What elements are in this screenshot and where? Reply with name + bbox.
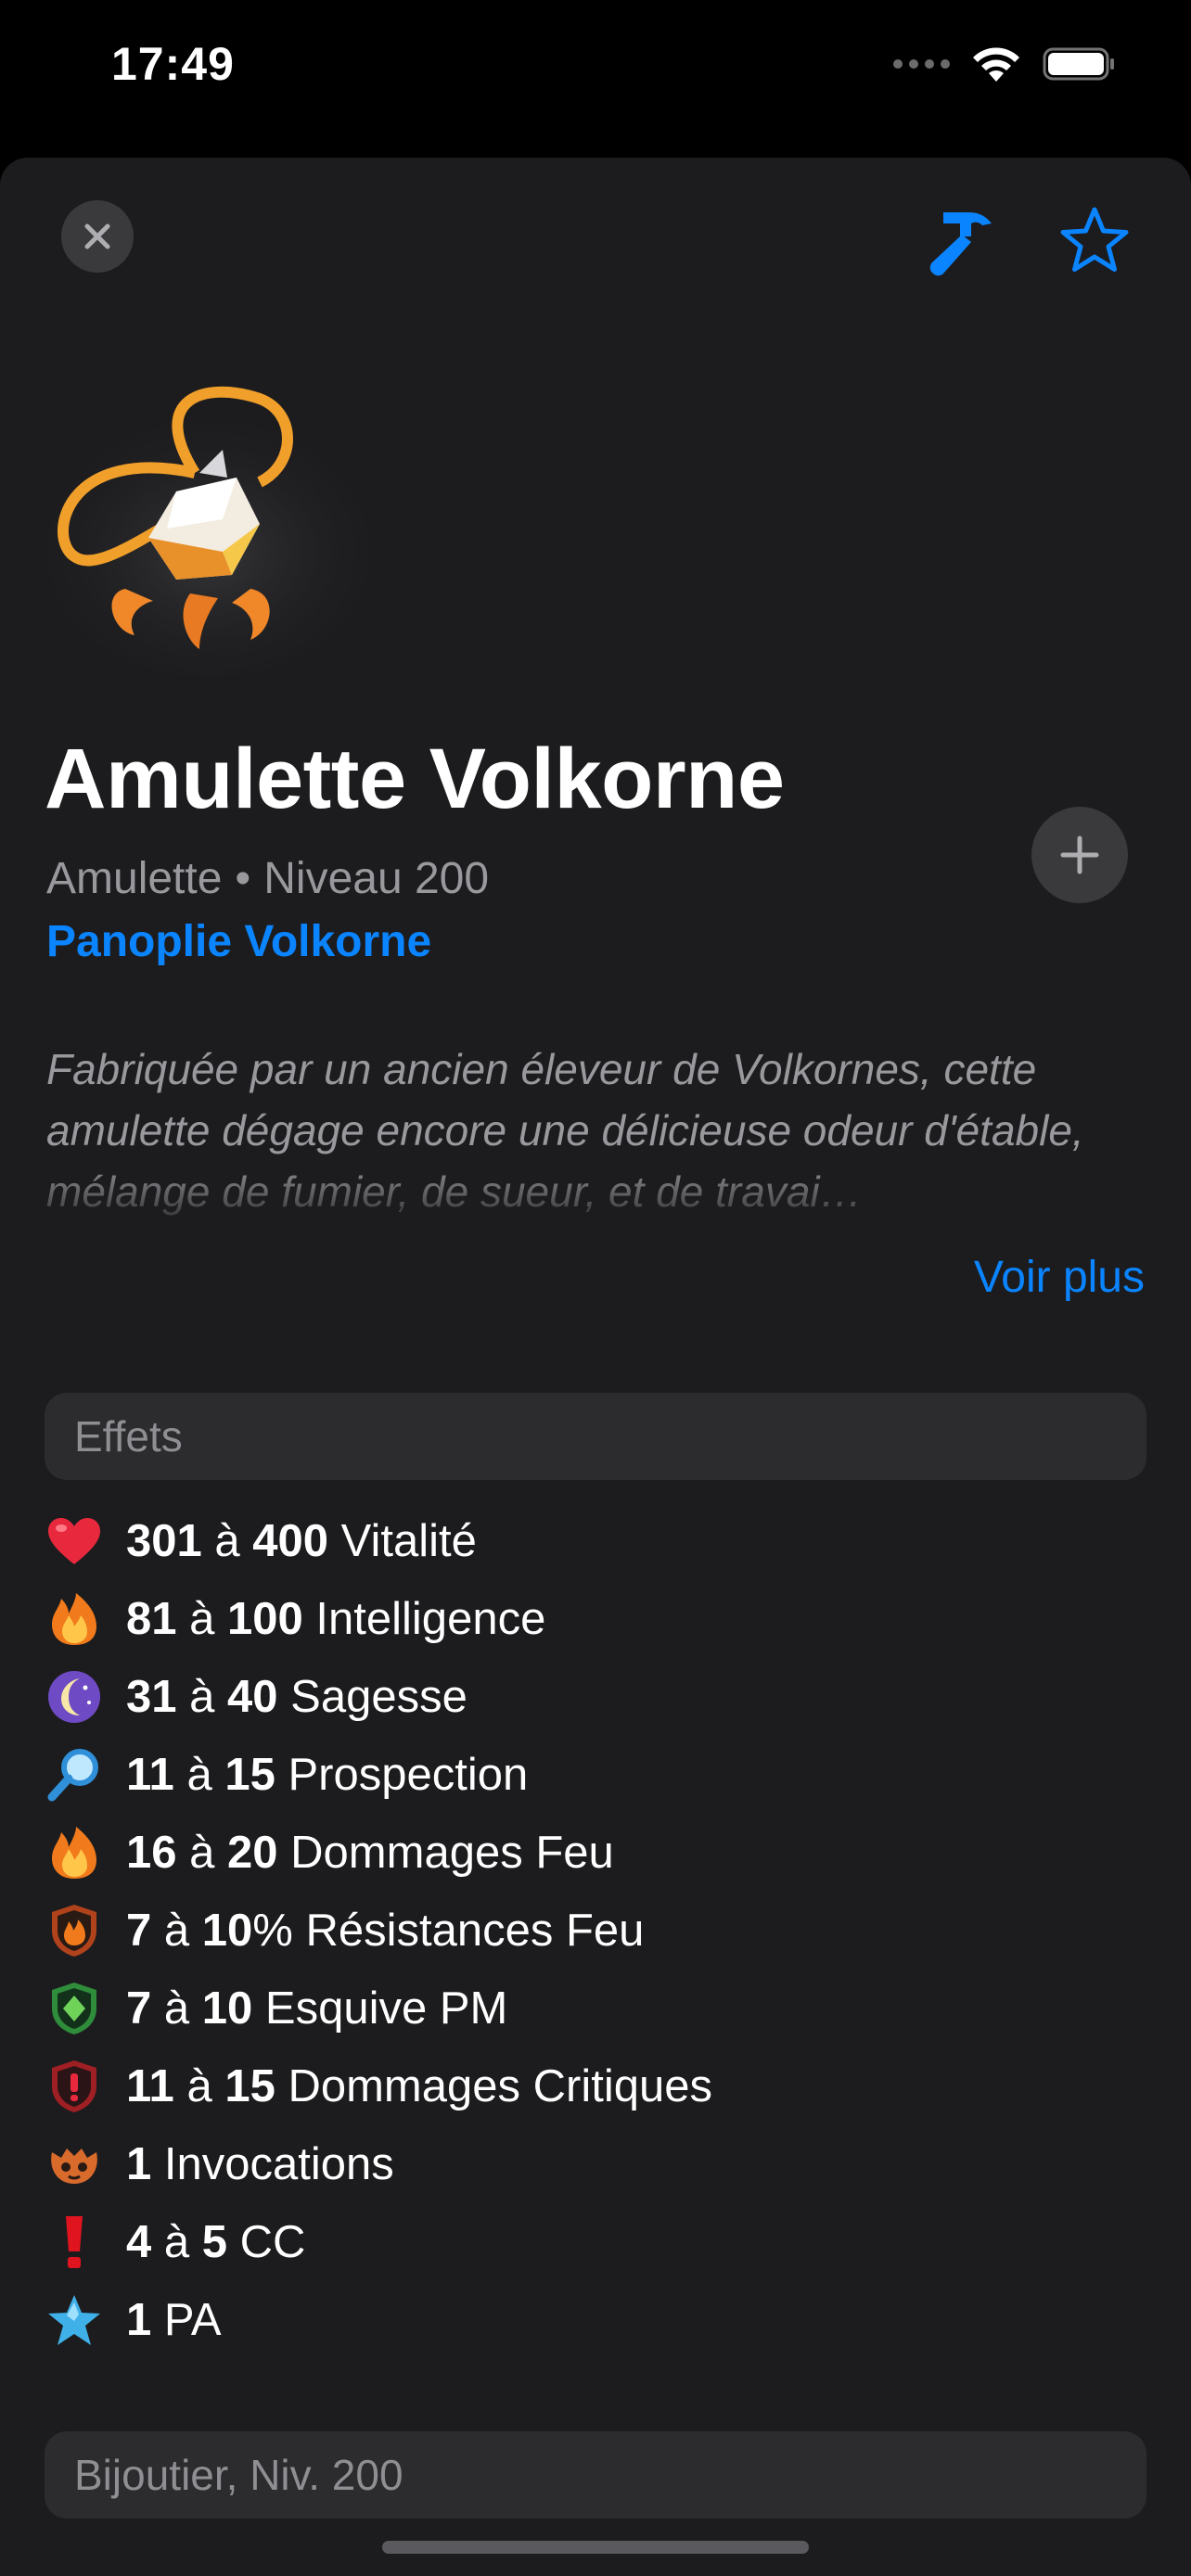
see-more-link[interactable]: Voir plus xyxy=(974,1252,1145,1303)
effect-row-prospecting: 11 à 15 Prospection xyxy=(45,1736,1146,1814)
effect-text: 1 PA xyxy=(126,2295,222,2345)
close-icon xyxy=(84,223,110,249)
effect-text: 7 à 10 Esquive PM xyxy=(126,1983,508,2034)
green-shield-icon xyxy=(45,1979,104,2038)
effect-row-critical-hits: 4 à 5 CC xyxy=(45,2203,1146,2281)
effect-row-intelligence: 81 à 100 Intelligence xyxy=(45,1580,1146,1658)
status-icons xyxy=(893,45,1117,83)
item-detail-sheet: Amulette Volkorne Amulette • Niveau 200 … xyxy=(0,158,1191,2576)
effect-text: 31 à 40 Sagesse xyxy=(126,1672,467,1722)
blue-star-icon xyxy=(45,2290,104,2350)
moon-icon xyxy=(45,1667,104,1727)
critical-shield-icon xyxy=(45,2057,104,2116)
effect-text: 1 Invocations xyxy=(126,2139,394,2189)
effect-text: 81 à 100 Intelligence xyxy=(126,1594,546,1644)
close-button[interactable] xyxy=(61,200,134,273)
description-fade xyxy=(0,1159,1191,1224)
effect-text: 16 à 20 Dommages Feu xyxy=(126,1828,614,1878)
recipe-header[interactable]: Bijoutier, Niv. 200 xyxy=(45,2431,1146,2519)
effects-header: Effets xyxy=(45,1393,1146,1480)
effect-text: 4 à 5 CC xyxy=(126,2217,306,2267)
item-image xyxy=(37,386,380,677)
home-indicator[interactable] xyxy=(382,2541,809,2554)
summon-icon xyxy=(45,2135,104,2194)
effect-text: 7 à 10% Résistances Feu xyxy=(126,1906,645,1956)
fire-icon xyxy=(45,1823,104,1882)
fire-shield-icon xyxy=(45,1901,104,1960)
effect-row-summons: 1 Invocations xyxy=(45,2125,1146,2203)
subtitle-separator: • xyxy=(235,854,251,903)
set-link[interactable]: Panoplie Volkorne xyxy=(46,916,431,967)
item-type: Amulette xyxy=(46,854,223,903)
add-button[interactable] xyxy=(1031,807,1128,903)
craft-button[interactable] xyxy=(918,193,1011,286)
effect-row-vitality: 301 à 400 Vitalité xyxy=(45,1502,1146,1580)
exclamation-icon xyxy=(45,2213,104,2272)
effect-row-critical-damage: 11 à 15 Dommages Critiques xyxy=(45,2047,1146,2125)
plus-icon xyxy=(1060,835,1099,874)
effect-row-fire-resistance: 7 à 10% Résistances Feu xyxy=(45,1892,1146,1970)
favorite-button[interactable] xyxy=(1050,197,1139,286)
effect-row-wisdom: 31 à 40 Sagesse xyxy=(45,1658,1146,1736)
item-level: Niveau 200 xyxy=(263,854,490,903)
effect-row-action-points: 1 PA xyxy=(45,2281,1146,2359)
effect-text: 11 à 15 Dommages Critiques xyxy=(126,2061,712,2111)
cellular-signal-icon xyxy=(893,59,950,69)
effect-text: 11 à 15 Prospection xyxy=(126,1750,529,1800)
heart-icon xyxy=(45,1511,104,1571)
item-subtitle: Amulette • Niveau 200 xyxy=(46,853,489,904)
status-bar: 17:49 xyxy=(0,0,1191,148)
item-title: Amulette Volkorne xyxy=(45,732,785,826)
status-time: 17:49 xyxy=(111,38,235,90)
star-icon xyxy=(1060,207,1129,272)
effect-row-fire-damage: 16 à 20 Dommages Feu xyxy=(45,1814,1146,1892)
battery-icon xyxy=(1043,47,1114,81)
effect-row-mp-dodge: 7 à 10 Esquive PM xyxy=(45,1970,1146,2047)
effects-list: 301 à 400 Vitalité 81 à 100 Intelligence… xyxy=(45,1502,1146,2359)
magnifier-icon xyxy=(45,1745,104,1804)
wifi-icon xyxy=(973,47,1019,82)
effect-text: 301 à 400 Vitalité xyxy=(126,1516,477,1566)
hammer-icon xyxy=(929,212,992,276)
fire-icon xyxy=(45,1589,104,1649)
